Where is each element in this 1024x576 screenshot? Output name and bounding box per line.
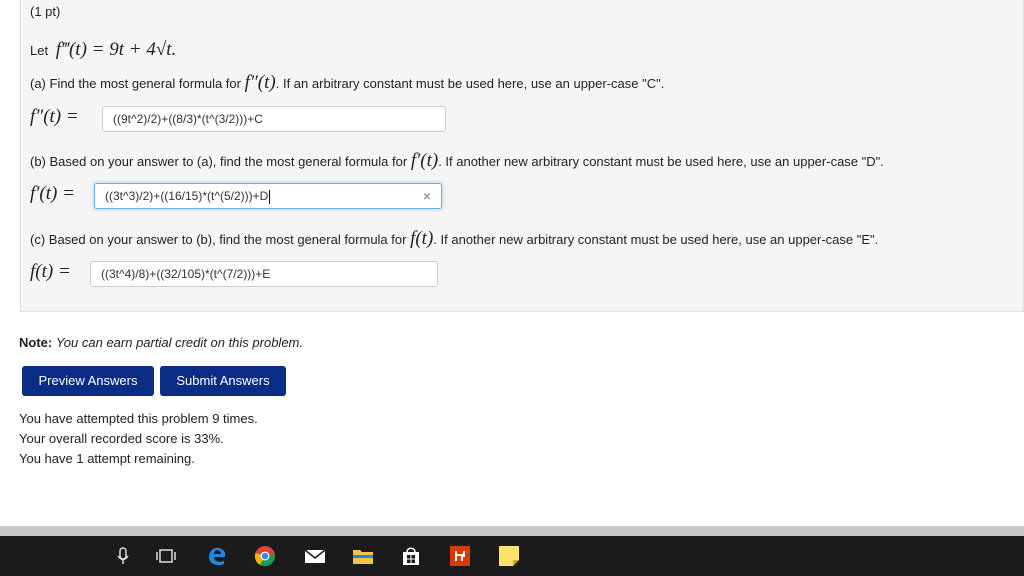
- part-c-question: (c) Based on your answer to (b), find th…: [30, 228, 878, 250]
- part-c-prefix: (c) Based on your answer to (b), find th…: [30, 232, 407, 247]
- chrome-icon[interactable]: [254, 545, 276, 567]
- mail-icon[interactable]: [304, 545, 326, 567]
- part-b-label: f′(t) =: [30, 183, 75, 204]
- file-explorer-icon[interactable]: [352, 545, 374, 567]
- part-b-math: f′(t): [410, 150, 439, 171]
- part-a-math: f″(t): [244, 72, 276, 93]
- part-a-suffix: . If an arbitrary constant must be used …: [275, 76, 665, 91]
- part-c-suffix: . If another new arbitrary constant must…: [433, 232, 879, 247]
- part-b-prefix: (b) Based on your answer to (a), find th…: [30, 154, 408, 169]
- taskbar: [0, 536, 1024, 576]
- preview-answers-button[interactable]: Preview Answers: [22, 366, 154, 396]
- problem-statement: Let f‴(t) = 9t + 4√t.: [30, 39, 176, 61]
- attempts-status: You have attempted this problem 9 times.: [19, 411, 258, 426]
- taskbar-divider: [0, 526, 1024, 536]
- text-cursor: [269, 189, 271, 204]
- problem-points: (1 pt): [30, 4, 61, 19]
- part-a-prefix: (a) Find the most general formula for: [30, 76, 241, 91]
- part-a-label: f″(t) =: [30, 106, 79, 127]
- note-label: Note:: [19, 335, 53, 350]
- part-c-label: f(t) =: [30, 261, 71, 282]
- note-text: You can earn partial credit on this prob…: [55, 335, 303, 350]
- score-status: Your overall recorded score is 33%.: [19, 431, 224, 446]
- part-b-question: (b) Based on your answer to (a), find th…: [30, 150, 884, 172]
- part-a-answer-value: ((9t^2)/2)+((8/3)*(t^(3/2)))+C: [113, 112, 263, 126]
- part-c-answer-input[interactable]: ((3t^4)/8)+((32/105)*(t^(7/2)))+E: [90, 261, 438, 287]
- part-a-question: (a) Find the most general formula for f″…: [30, 72, 664, 94]
- part-c-answer-value: ((3t^4)/8)+((32/105)*(t^(7/2)))+E: [101, 267, 271, 281]
- microphone-icon[interactable]: [112, 545, 134, 567]
- edge-icon[interactable]: [206, 545, 228, 567]
- task-view-icon[interactable]: [155, 545, 177, 567]
- clear-input-icon[interactable]: ×: [423, 184, 431, 208]
- submit-answers-button[interactable]: Submit Answers: [160, 366, 286, 396]
- store-icon[interactable]: [400, 545, 422, 567]
- part-c-math: f(t): [410, 228, 434, 249]
- let-text: Let: [30, 43, 49, 58]
- sticky-notes-icon[interactable]: [498, 545, 520, 567]
- remaining-status: You have 1 attempt remaining.: [19, 451, 195, 466]
- given-equation: f‴(t) = 9t + 4√t.: [55, 39, 177, 60]
- office-icon[interactable]: [449, 545, 471, 567]
- partial-credit-note: Note: You can earn partial credit on thi…: [19, 335, 303, 350]
- part-b-answer-value: ((3t^3)/2)+((16/15)*(t^(5/2)))+D: [105, 189, 269, 203]
- part-a-answer-input[interactable]: ((9t^2)/2)+((8/3)*(t^(3/2)))+C: [102, 106, 446, 132]
- part-b-answer-input[interactable]: ((3t^3)/2)+((16/15)*(t^(5/2)))+D ×: [94, 183, 442, 209]
- part-b-suffix: . If another new arbitrary constant must…: [438, 154, 884, 169]
